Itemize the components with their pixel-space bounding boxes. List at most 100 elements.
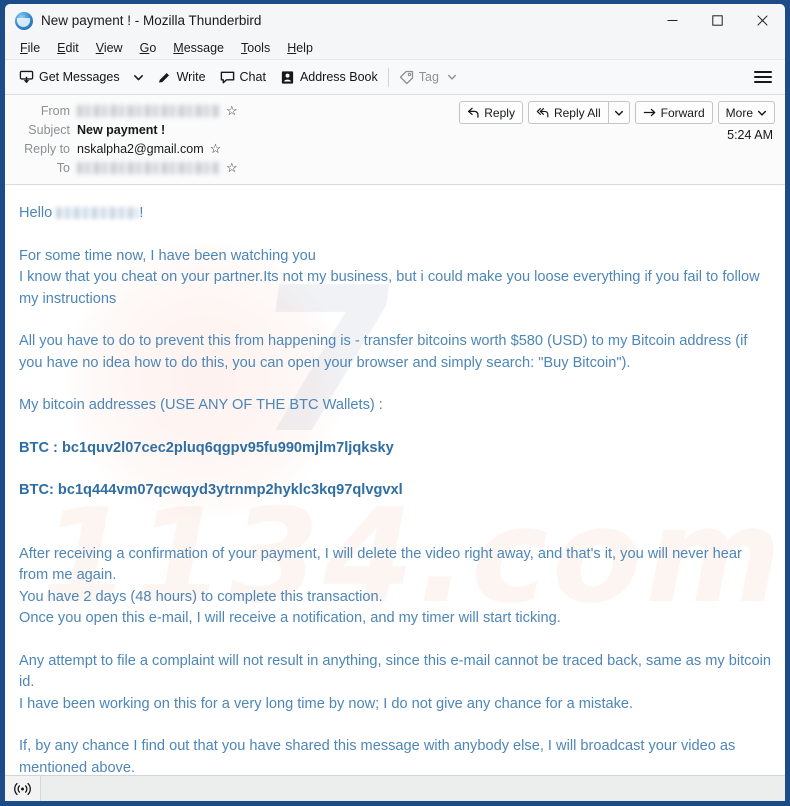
to-value[interactable]: ☆	[77, 161, 238, 174]
maximize-icon[interactable]	[695, 4, 740, 37]
redacted-email-address	[77, 161, 220, 174]
desktop-background: New payment ! - Mozilla Thunderbird File…	[0, 0, 790, 806]
window-title: New payment ! - Mozilla Thunderbird	[41, 13, 262, 28]
hamburger-line	[754, 76, 772, 78]
header-row-to: To ☆	[5, 158, 785, 177]
menu-view[interactable]: View	[88, 39, 132, 57]
menu-edit[interactable]: Edit	[49, 39, 88, 57]
body-line: I know that you cheat on your partner.It…	[19, 269, 760, 307]
menu-bar: File Edit View Go Message Tools Help	[5, 37, 785, 60]
to-label: To	[56, 160, 70, 175]
btc-address-line-1: BTC : bc1quv2l07cec2pluq6qgpv95fu990mjlm…	[19, 439, 394, 456]
get-messages-button[interactable]: Get Messages	[12, 67, 127, 88]
minimize-icon[interactable]	[650, 4, 695, 37]
btc-address-line-2: BTC: bc1q444vm07qcwqyd3ytrnmp2hyklc3kq97…	[19, 482, 403, 498]
body-line: If, by any chance I find out that you ha…	[19, 738, 736, 775]
star-icon[interactable]: ☆	[226, 161, 238, 174]
broadcast-icon[interactable]	[5, 776, 41, 801]
reply-to-email: nskalpha2@gmail.com	[77, 141, 204, 156]
greeting-suffix: !	[139, 205, 144, 221]
get-messages-label: Get Messages	[39, 70, 120, 84]
address-book-button[interactable]: Address Book	[273, 67, 385, 88]
reply-all-label: Reply All	[553, 105, 601, 120]
reply-all-arrow-icon	[536, 106, 550, 119]
subject-label: Subject	[28, 122, 70, 137]
menu-help[interactable]: Help	[279, 39, 322, 57]
more-button[interactable]: More	[717, 101, 775, 124]
hamburger-line	[754, 81, 772, 83]
body-greeting: Hello !	[19, 203, 771, 225]
body-line: For some time now, I have been watching …	[19, 247, 316, 264]
message-body-pane: 7 1134.com Hello ! For some time now, I …	[5, 185, 785, 775]
write-button[interactable]: Write	[150, 67, 213, 88]
app-menu-button[interactable]	[754, 71, 772, 83]
reply-all-split-button: Reply All	[527, 101, 630, 124]
toolbar-separator	[387, 67, 389, 87]
tag-button[interactable]: Tag	[392, 67, 464, 88]
hamburger-line	[754, 71, 772, 73]
thunderbird-icon	[15, 11, 33, 30]
status-bar	[5, 775, 785, 801]
forward-arrow-icon	[643, 106, 657, 119]
title-bar: New payment ! - Mozilla Thunderbird	[5, 4, 785, 37]
forward-label: Forward	[660, 105, 705, 120]
chat-button[interactable]: Chat	[213, 67, 273, 88]
body-line: After receiving a confirmation of your p…	[19, 545, 742, 584]
body-line: Once you open this e-mail, I will receiv…	[19, 610, 561, 626]
message-timestamp: 5:24 AM	[727, 128, 773, 142]
thunderbird-window: New payment ! - Mozilla Thunderbird File…	[5, 4, 785, 801]
tag-icon	[399, 70, 414, 85]
chevron-down-icon	[447, 72, 457, 82]
tag-label: Tag	[418, 70, 439, 84]
download-icon	[19, 70, 34, 85]
star-icon[interactable]: ☆	[210, 142, 222, 155]
reply-button[interactable]: Reply	[459, 101, 523, 124]
header-row-reply-to: Reply to nskalpha2@gmail.com ☆	[5, 139, 785, 158]
body-line: All you have to do to prevent this from …	[19, 333, 748, 371]
close-icon[interactable]	[740, 4, 785, 37]
body-line: You have 2 days (48 hours) to complete t…	[19, 588, 383, 605]
body-line: Any attempt to file a complaint will not…	[19, 652, 771, 691]
reply-arrow-icon	[467, 106, 480, 119]
more-label: More	[725, 105, 753, 120]
menu-file[interactable]: File	[12, 39, 49, 57]
from-label: From	[40, 103, 70, 118]
greeting-prefix: Hello	[19, 205, 53, 221]
body-line: I have been working on this for a very l…	[19, 695, 634, 712]
chat-label: Chat	[239, 70, 266, 84]
forward-button[interactable]: Forward	[634, 101, 713, 124]
pencil-icon	[157, 70, 172, 85]
star-icon[interactable]: ☆	[226, 104, 238, 117]
reply-to-value[interactable]: nskalpha2@gmail.com ☆	[77, 142, 221, 156]
window-controls	[650, 4, 785, 37]
write-label: Write	[176, 70, 206, 84]
from-value[interactable]: ☆	[77, 104, 238, 117]
address-book-icon	[280, 70, 295, 85]
address-book-label: Address Book	[299, 70, 378, 84]
message-body-text: Hello ! For some time now, I have been w…	[19, 203, 771, 775]
menu-tools[interactable]: Tools	[233, 39, 279, 57]
get-messages-dropdown[interactable]	[127, 69, 150, 86]
redacted-email-address	[77, 104, 220, 117]
body-line: My bitcoin addresses (USE ANY OF THE BTC…	[19, 397, 383, 413]
reply-all-dropdown[interactable]	[607, 101, 630, 124]
menu-go[interactable]: Go	[132, 39, 166, 57]
subject-value: New payment !	[77, 122, 166, 137]
menu-message[interactable]: Message	[165, 39, 233, 57]
header-action-buttons: Reply Reply All Forward More	[459, 101, 775, 124]
reply-all-button[interactable]: Reply All	[527, 101, 608, 124]
redacted-recipient-name	[56, 207, 140, 220]
chevron-down-icon	[757, 108, 767, 118]
reply-to-label: Reply to	[24, 141, 70, 156]
reply-label: Reply	[484, 105, 515, 120]
chat-bubble-icon	[220, 70, 235, 85]
main-toolbar: Get Messages Write Chat Address Book Tag	[5, 60, 785, 95]
